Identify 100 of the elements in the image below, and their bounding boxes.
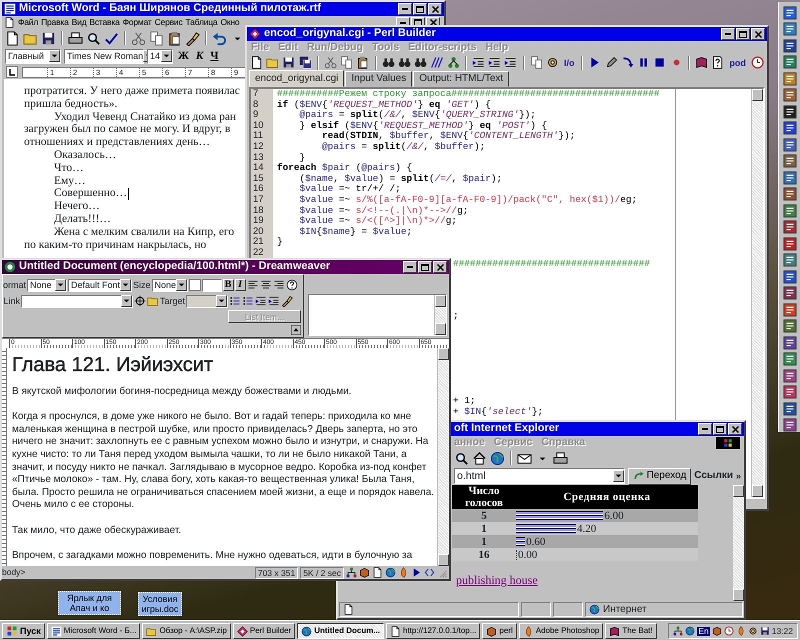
- align-left-icon[interactable]: [246, 279, 259, 291]
- taskbar-button[interactable]: Untitled Docum...: [297, 623, 384, 639]
- globe-icon[interactable]: [490, 450, 505, 466]
- link-field[interactable]: [21, 294, 133, 308]
- scissors-icon[interactable]: [131, 30, 146, 46]
- brush-icon[interactable]: [185, 30, 200, 46]
- format-button[interactable]: К: [194, 49, 206, 63]
- address-field[interactable]: o.html: [454, 468, 625, 484]
- align-right-icon[interactable]: [272, 279, 285, 291]
- pages-icon[interactable]: [530, 55, 543, 70]
- pages-icon[interactable]: [340, 55, 354, 70]
- color-field[interactable]: [202, 278, 222, 292]
- scissors-icon[interactable]: [324, 55, 338, 70]
- menu-item[interactable]: Правка: [41, 17, 69, 28]
- menu-item[interactable]: Сервис: [154, 17, 183, 28]
- bold-button[interactable]: B: [222, 279, 234, 291]
- site-map-icon[interactable]: [673, 626, 684, 636]
- tab-stop-icon[interactable]: [6, 66, 18, 78]
- target-dropdown[interactable]: [186, 294, 228, 308]
- app-shortcut-icon[interactable]: [782, 418, 796, 432]
- app-shortcut-icon[interactable]: [782, 121, 796, 136]
- close-button[interactable]: [428, 3, 442, 15]
- taskbar-button[interactable]: http://127.0.0.1/top...: [386, 623, 480, 639]
- app-shortcut-icon[interactable]: [782, 270, 796, 284]
- bulleted-list-icon[interactable]: [242, 295, 254, 307]
- file-tab[interactable]: Output: HTML/Text: [413, 71, 510, 87]
- menu-item[interactable]: Таблица: [186, 17, 218, 28]
- app-shortcut-icon[interactable]: [782, 38, 796, 53]
- node-tree-icon[interactable]: [446, 55, 460, 70]
- help-icon[interactable]: [711, 55, 724, 70]
- app-shortcut-icon[interactable]: [782, 88, 796, 102]
- indent-arrow-icon[interactable]: [268, 295, 280, 307]
- app-shortcut-icon[interactable]: [782, 236, 796, 251]
- format-dropdown[interactable]: None: [27, 278, 68, 292]
- printer-icon[interactable]: [68, 30, 83, 46]
- code-brackets-icon[interactable]: [424, 567, 435, 578]
- clipboard-icon[interactable]: [356, 55, 370, 70]
- close-button[interactable]: [433, 261, 447, 273]
- close-button[interactable]: [751, 28, 765, 40]
- menu-item[interactable]: Окно: [220, 17, 240, 28]
- vertical-scrollbar[interactable]: [732, 485, 744, 601]
- step-arrow-icon[interactable]: [620, 55, 634, 70]
- maximize-button[interactable]: [413, 3, 427, 15]
- folder-icon[interactable]: [147, 295, 159, 307]
- indent-arrow-icon[interactable]: [472, 55, 486, 70]
- app-shortcut-icon[interactable]: [782, 368, 796, 383]
- font-dropdown[interactable]: Times New Roman: [64, 48, 144, 64]
- file-tab[interactable]: encod_origynal.cgi: [249, 70, 344, 87]
- indent-arrow-icon[interactable]: [255, 295, 268, 307]
- taskbar-button[interactable]: Adobe Photoshop: [518, 623, 604, 639]
- taskbar-button[interactable]: Обзор - A:\ASP.zip: [142, 623, 231, 639]
- desktop-icon-label[interactable]: Ярлык для Апач и ко: [58, 591, 121, 615]
- menu-item[interactable]: Формат: [122, 17, 152, 28]
- vertical-scrollbar[interactable]: [437, 348, 449, 566]
- app-shortcut-icon[interactable]: [782, 319, 796, 334]
- app-shortcut-icon[interactable]: [782, 336, 796, 350]
- magnifier-icon[interactable]: [86, 30, 101, 46]
- tag-selector[interactable]: body>: [2, 567, 26, 578]
- app-shortcut-icon[interactable]: [782, 204, 796, 218]
- maximize-button[interactable]: [713, 423, 727, 435]
- app-shortcut-icon[interactable]: [782, 286, 796, 300]
- help-icon[interactable]: [286, 279, 298, 291]
- publisher-link[interactable]: publishing house: [456, 573, 538, 588]
- size-dropdown[interactable]: None: [152, 278, 188, 292]
- minimize-button[interactable]: [698, 423, 712, 435]
- house-icon[interactable]: [472, 450, 487, 466]
- app-shortcut-icon[interactable]: [782, 385, 796, 400]
- font-size-dropdown[interactable]: 14: [147, 48, 173, 64]
- printer-icon[interactable]: [553, 450, 568, 466]
- undo-arrow-icon[interactable]: [212, 30, 227, 46]
- vertical-scrollbar[interactable]: [434, 295, 446, 335]
- taskbar-button[interactable]: The Bat!: [605, 623, 657, 639]
- start-button[interactable]: Пуск: [2, 623, 45, 639]
- file-tab[interactable]: Input Values: [345, 71, 412, 87]
- maximize-button[interactable]: [736, 28, 750, 40]
- magnifier-icon[interactable]: [454, 450, 469, 466]
- app-shortcut-icon[interactable]: [782, 154, 796, 168]
- minimize-button[interactable]: [403, 261, 417, 273]
- indent-arrow-icon[interactable]: [504, 55, 518, 70]
- pod-button[interactable]: pod: [727, 56, 748, 68]
- document-icon[interactable]: [250, 55, 264, 70]
- color-swatch[interactable]: [188, 279, 201, 291]
- links-label[interactable]: Ссылки: [694, 470, 733, 482]
- checkmark-icon[interactable]: [104, 30, 119, 46]
- clipboard-icon[interactable]: [167, 30, 182, 46]
- style-dropdown[interactable]: Главный: [5, 48, 61, 64]
- book-icon[interactable]: [694, 55, 708, 70]
- slashes-icon[interactable]: [430, 55, 444, 70]
- app-shortcut-icon[interactable]: [782, 55, 796, 70]
- globe-icon[interactable]: [685, 626, 696, 636]
- font-dropdown[interactable]: Default Font: [68, 278, 132, 292]
- vertical-scrollbar[interactable]: [751, 89, 763, 497]
- taskbar-button[interactable]: perl: [482, 623, 517, 639]
- format-button[interactable]: Ч: [208, 49, 220, 63]
- clock-icon[interactable]: [750, 55, 764, 70]
- close-button[interactable]: [728, 423, 742, 435]
- crosshair-icon[interactable]: [134, 295, 146, 307]
- app-shortcut-icon[interactable]: [782, 253, 796, 268]
- app-shortcut-icon[interactable]: [782, 6, 796, 20]
- floppy-disks-icon[interactable]: [298, 55, 312, 70]
